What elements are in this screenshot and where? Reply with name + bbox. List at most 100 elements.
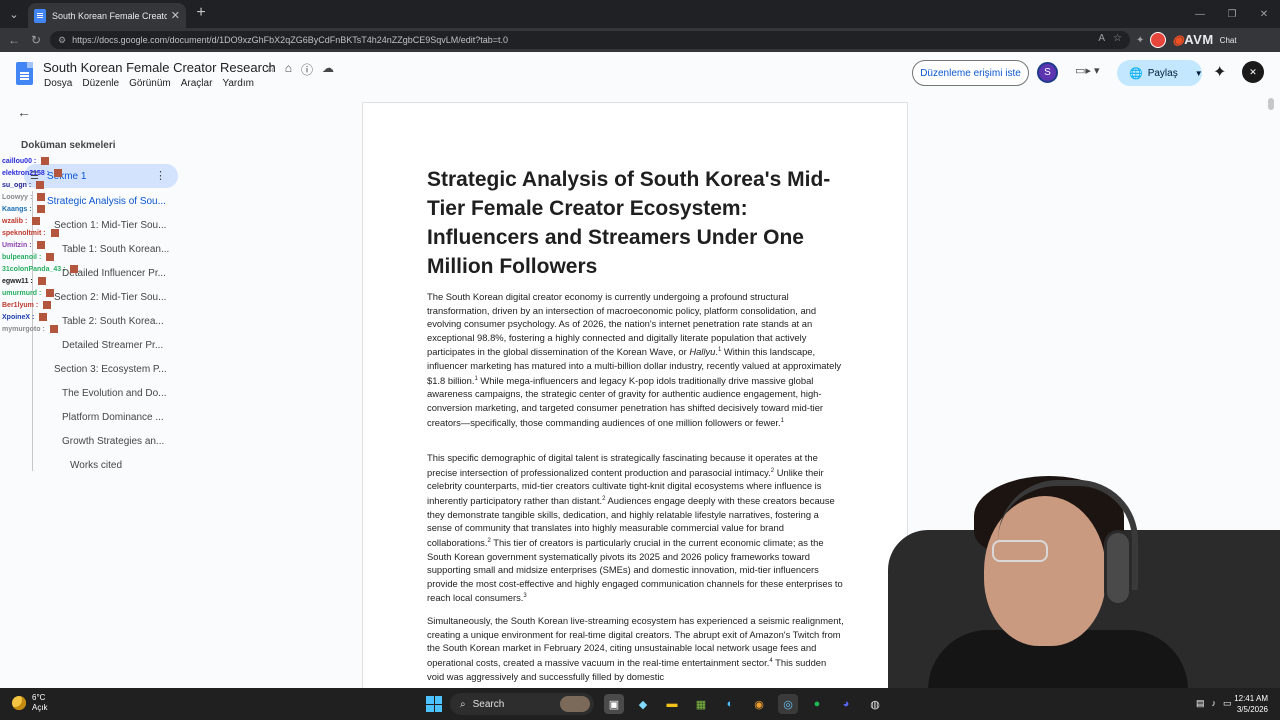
document-title[interactable]: South Korean Female Creator Research bbox=[43, 60, 276, 75]
menu-file[interactable]: Dosya bbox=[44, 78, 72, 89]
back-arrow-icon[interactable]: ← bbox=[17, 104, 31, 120]
read-aloud-icon[interactable]: A bbox=[1098, 33, 1105, 44]
chat-message: umurmurd : bbox=[2, 289, 55, 297]
chat-username: 31colonPanda_43 : bbox=[2, 265, 66, 273]
taskbar-search[interactable]: ⌕ Search bbox=[450, 693, 594, 715]
chat-message: egww11 : bbox=[2, 277, 46, 285]
outline-item[interactable]: The Evolution and Do... bbox=[62, 388, 167, 399]
chat-username: Umitzin : bbox=[2, 241, 32, 249]
url-text: https://docs.google.com/document/d/1DO9x… bbox=[72, 35, 509, 45]
outline-item[interactable]: Platform Dominance ... bbox=[62, 412, 164, 423]
maximize-button[interactable]: ❐ bbox=[1216, 0, 1248, 28]
extension-logo[interactable]: ◉AVM bbox=[1172, 32, 1213, 48]
new-tab-button[interactable]: + bbox=[192, 4, 210, 22]
paragraph-3: Simultaneously, the South Korean live-st… bbox=[427, 614, 845, 683]
obs-icon[interactable]: ◍ bbox=[865, 694, 885, 714]
outline-item[interactable]: Strategic Analysis of Sou... bbox=[47, 196, 166, 207]
extension-avatar-icon[interactable] bbox=[1150, 32, 1167, 48]
menu-tools[interactable]: Araçlar bbox=[181, 78, 213, 89]
meet-video-icon[interactable]: ▭▸ ▾ bbox=[1075, 64, 1100, 77]
outline-item[interactable]: Works cited bbox=[70, 460, 122, 471]
spotify-icon[interactable]: ● bbox=[807, 694, 827, 714]
menu-edit[interactable]: Düzenle bbox=[82, 78, 119, 89]
volume-icon[interactable]: ♪ bbox=[1212, 698, 1217, 709]
menu-help[interactable]: Yardım bbox=[222, 78, 254, 89]
reload-icon[interactable]: ↻ bbox=[28, 32, 44, 48]
scrollbar-thumb[interactable] bbox=[1268, 98, 1274, 110]
info-icon[interactable]: ⓘ bbox=[301, 61, 313, 78]
outline-item[interactable]: Detailed Streamer Pr... bbox=[62, 340, 163, 351]
chat-emote-icon bbox=[32, 217, 41, 225]
extension-chat-label[interactable]: Chat bbox=[1220, 36, 1237, 45]
user-avatar[interactable]: S bbox=[1037, 62, 1058, 83]
browser-tab[interactable]: South Korean Female Creator Rese ✕ bbox=[28, 3, 186, 28]
more-options-icon[interactable]: ⋮ bbox=[155, 169, 166, 182]
citation[interactable]: 3 bbox=[523, 593, 526, 599]
request-edit-access-button[interactable]: Düzenleme erişimi iste bbox=[912, 60, 1029, 86]
share-button[interactable]: 🌐 Paylaş ▼ bbox=[1117, 60, 1203, 86]
chat-message: speknoltmit : bbox=[2, 229, 59, 237]
gemini-icon[interactable]: ✦ bbox=[1213, 62, 1226, 82]
store-icon[interactable]: ▦ bbox=[691, 694, 711, 714]
windows-start-icon[interactable] bbox=[426, 696, 442, 712]
temperature: 6°C bbox=[32, 693, 46, 702]
outline-item[interactable]: Section 3: Ecosystem P... bbox=[54, 364, 167, 375]
chat-username: bulpeanoil : bbox=[2, 253, 42, 261]
chat-message: bulpeanoil : bbox=[2, 253, 55, 261]
star-icon[interactable]: ☆ bbox=[265, 61, 276, 78]
copilot-icon[interactable]: ◆ bbox=[633, 694, 653, 714]
outline-item[interactable]: Table 2: South Korea... bbox=[62, 316, 164, 327]
clock-date: 3/5/2026 bbox=[1236, 705, 1268, 714]
discord-icon[interactable]: ◕ bbox=[836, 694, 856, 714]
address-bar[interactable]: ⚙ https://docs.google.com/document/d/1DO… bbox=[50, 31, 1130, 49]
move-folder-icon[interactable]: ⌂ bbox=[285, 61, 292, 78]
taskbar-clock[interactable]: 12:41 AM 3/5/2026 bbox=[1232, 693, 1268, 715]
document-tabs-heading: Doküman sekmeleri bbox=[21, 140, 116, 151]
extensions-icon[interactable]: ✦ bbox=[1136, 35, 1144, 46]
document-page[interactable]: Strategic Analysis of South Korea's Mid-… bbox=[362, 102, 908, 702]
chat-username: egww11 : bbox=[2, 277, 33, 285]
weather-widget[interactable]: 6°C Açık bbox=[12, 693, 48, 713]
edge-icon[interactable]: ◐ bbox=[720, 694, 740, 714]
bookmark-star-icon[interactable]: ☆ bbox=[1113, 33, 1122, 44]
headphones-icon bbox=[1104, 530, 1132, 606]
chat-username: umurmurd : bbox=[2, 289, 42, 297]
close-tab-icon[interactable]: ✕ bbox=[171, 9, 180, 22]
chat-emote-icon bbox=[37, 193, 46, 201]
cloud-status-icon[interactable]: ☁ bbox=[322, 61, 334, 78]
chat-username: XpoineX : bbox=[2, 313, 35, 321]
chevron-down-icon[interactable]: ▼ bbox=[1195, 69, 1203, 78]
outline-item[interactable]: Table 1: South Korean... bbox=[62, 244, 169, 255]
search-label: Search bbox=[472, 698, 505, 710]
file-explorer-icon[interactable]: ▬ bbox=[662, 694, 682, 714]
extensions-area: ✦ ◉AVM Chat bbox=[1136, 30, 1237, 50]
tab-sekme-1[interactable]: ☰ Sekme 1 ⋮ bbox=[24, 164, 178, 188]
docs-header: South Korean Female Creator Research ☆ ⌂… bbox=[0, 52, 1280, 96]
account-icon[interactable]: ✕ bbox=[1242, 61, 1264, 83]
outline-item[interactable]: Section 2: Mid-Tier Sou... bbox=[54, 292, 166, 303]
close-window-button[interactable]: ✕ bbox=[1248, 0, 1280, 28]
chat-emote-icon bbox=[36, 241, 45, 249]
tab-search-icon[interactable]: ⌄ bbox=[4, 4, 24, 24]
outline-item[interactable]: Section 1: Mid-Tier Sou... bbox=[54, 220, 166, 231]
outline-item[interactable]: Growth Strategies an... bbox=[62, 436, 164, 447]
network-icon[interactable]: ▤ bbox=[1196, 698, 1205, 709]
chrome-icon[interactable]: ◉ bbox=[749, 694, 769, 714]
back-icon[interactable]: ← bbox=[6, 32, 22, 48]
battery-icon[interactable]: ▭ bbox=[1223, 698, 1232, 709]
menu-view[interactable]: Görünüm bbox=[129, 78, 171, 89]
chat-message: wzalib : bbox=[2, 217, 41, 225]
chat-message: mymurgoto : bbox=[2, 325, 58, 333]
docs-logo-icon[interactable] bbox=[16, 62, 33, 85]
outline-item[interactable]: Detailed Influencer Pr... bbox=[62, 268, 166, 279]
text-run: While mega-influencers and legacy K-pop … bbox=[427, 374, 824, 428]
site-info-icon[interactable]: ⚙ bbox=[58, 35, 66, 46]
task-view-icon[interactable]: ▣ bbox=[604, 694, 624, 714]
chat-message: XpoineX : bbox=[2, 313, 48, 321]
citation[interactable]: 1 bbox=[781, 418, 784, 424]
search-icon: ⌕ bbox=[460, 698, 466, 710]
outline-guide-line bbox=[32, 191, 33, 471]
steam-icon[interactable]: ◎ bbox=[778, 694, 798, 714]
minimize-button[interactable]: — bbox=[1184, 0, 1216, 28]
share-label: Paylaş bbox=[1147, 67, 1178, 79]
